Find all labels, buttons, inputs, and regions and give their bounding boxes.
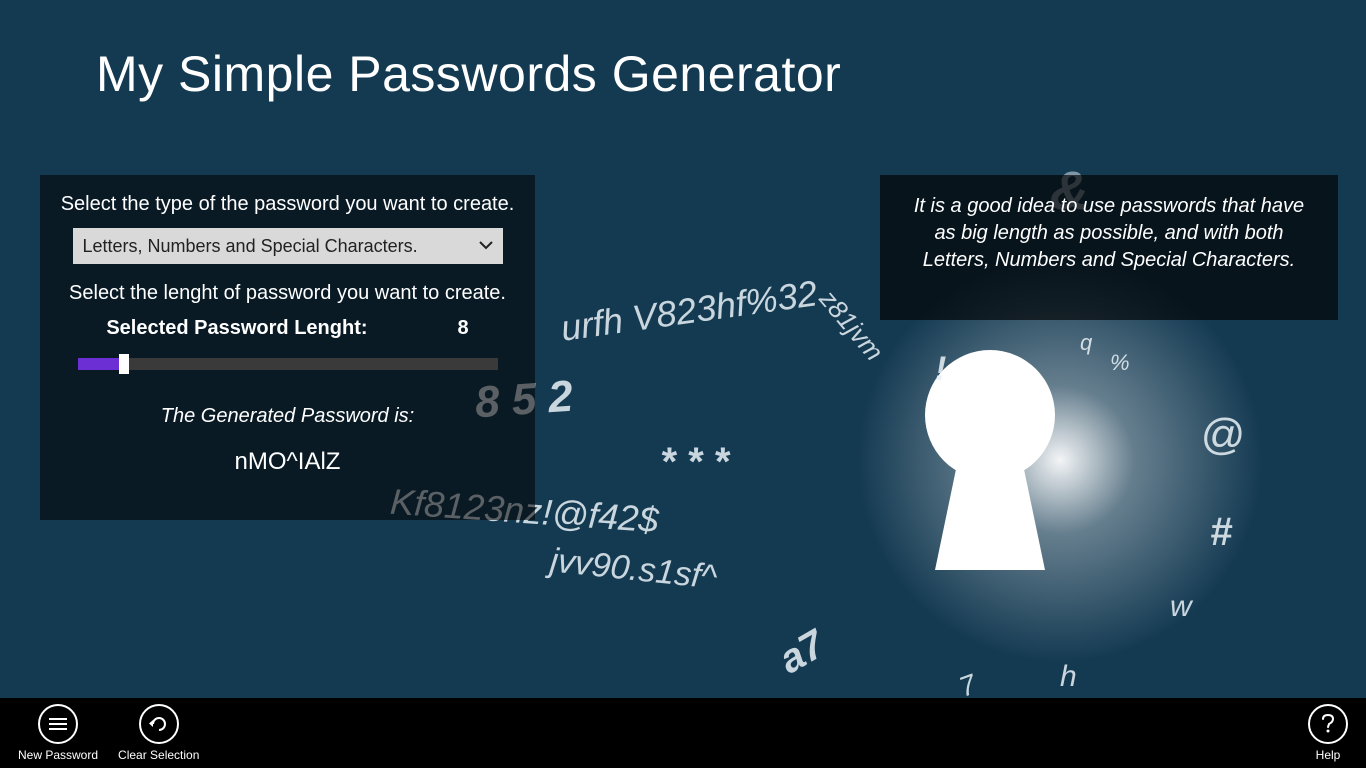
new-password-label: New Password (18, 748, 98, 762)
list-icon (38, 704, 78, 744)
generator-panel: Select the type of the password you want… (40, 175, 535, 520)
bg-text: @ (1200, 410, 1245, 460)
bg-text: jvv90.s1sf^ (548, 541, 718, 597)
new-password-button[interactable]: New Password (18, 704, 98, 762)
bg-text: q (1080, 330, 1092, 356)
bg-text: urfh V823hf%32 (558, 272, 820, 350)
app-bar: New Password Clear Selection Help (0, 698, 1366, 768)
length-row: Selected Password Lenght: 8 (60, 317, 515, 340)
page-title: My Simple Passwords Generator (96, 45, 841, 103)
keyhole-icon (910, 340, 1070, 570)
generated-label: The Generated Password is: (60, 405, 515, 428)
type-label: Select the type of the password you want… (60, 193, 515, 216)
slider-fill (78, 358, 124, 370)
help-button[interactable]: Help (1308, 704, 1348, 762)
selected-length-value: 8 (458, 317, 469, 340)
slider-thumb[interactable] (119, 354, 129, 374)
question-icon (1308, 704, 1348, 744)
tip-text: It is a good idea to use passwords that … (914, 195, 1304, 271)
generated-password: nMO^IAlZ (60, 448, 515, 476)
help-label: Help (1316, 748, 1341, 762)
tip-panel: It is a good idea to use passwords that … (880, 175, 1338, 320)
bg-text: * * * (660, 440, 729, 485)
length-slider[interactable] (78, 358, 498, 370)
password-type-select[interactable]: Letters, Numbers and Special Characters. (73, 228, 503, 264)
length-label: Select the lenght of password you want t… (60, 282, 515, 305)
bg-text: z81jvm (813, 284, 890, 367)
bg-text: # (1210, 510, 1232, 555)
bg-text: % (1110, 350, 1130, 376)
clear-selection-label: Clear Selection (118, 748, 199, 762)
type-select-wrap: Letters, Numbers and Special Characters. (73, 228, 503, 264)
undo-icon (139, 704, 179, 744)
bg-text: w (1170, 590, 1192, 624)
bg-text: a7 (772, 622, 833, 683)
bg-text: h (1060, 660, 1077, 694)
clear-selection-button[interactable]: Clear Selection (118, 704, 199, 762)
bg-text: ! (935, 350, 946, 389)
selected-length-label: Selected Password Lenght: (106, 317, 367, 340)
